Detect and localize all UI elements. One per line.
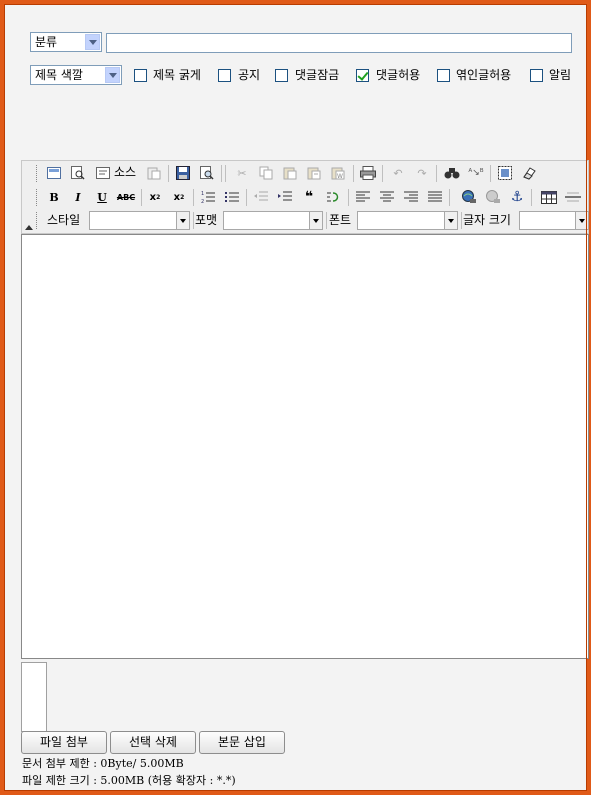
category-select[interactable]: 분류 xyxy=(30,32,102,52)
format-combo[interactable] xyxy=(223,211,323,230)
source-icon[interactable] xyxy=(93,164,113,182)
create-div-icon[interactable] xyxy=(323,188,343,206)
attachment-list[interactable] xyxy=(21,662,47,732)
preview-doc-icon[interactable] xyxy=(68,164,88,182)
undo-icon[interactable]: ↶ xyxy=(388,164,408,182)
paste-text-icon[interactable] xyxy=(304,164,324,182)
font-combo-label: 폰트 xyxy=(329,213,352,227)
italic-icon[interactable]: I xyxy=(68,188,88,206)
strikethrough-icon[interactable]: ABC xyxy=(116,188,136,206)
svg-text:2: 2 xyxy=(201,199,204,204)
print-icon[interactable] xyxy=(358,164,378,182)
title-color-select[interactable]: 제목 색깔 xyxy=(30,65,122,85)
editor-content-area[interactable] xyxy=(21,234,589,659)
insert-into-body-button[interactable]: 본문 삽입 xyxy=(199,731,285,754)
new-page-icon[interactable] xyxy=(44,164,64,182)
delete-selected-button[interactable]: 선택 삭제 xyxy=(110,731,196,754)
select-all-icon[interactable] xyxy=(495,164,515,182)
subscript-icon[interactable]: x2 xyxy=(145,188,165,206)
justify-icon[interactable] xyxy=(425,188,445,206)
notice-label: 공지 xyxy=(238,68,261,82)
blockquote-icon[interactable]: ❝ xyxy=(299,188,319,206)
underline-icon[interactable]: U xyxy=(92,188,112,206)
outdent-icon[interactable] xyxy=(251,188,271,206)
style-combo-label: 스타일 xyxy=(47,213,81,227)
toolbar-grip xyxy=(36,189,40,206)
style-combo[interactable] xyxy=(89,211,190,230)
chevron-down-icon xyxy=(176,212,189,229)
size-combo-label: 글자 크기 xyxy=(463,213,511,227)
notice-checkbox[interactable] xyxy=(218,69,231,82)
unlink-icon[interactable] xyxy=(483,188,503,206)
source-label[interactable]: 소스 xyxy=(114,165,136,179)
allow-trackback-checkbox[interactable] xyxy=(437,69,450,82)
bold-icon[interactable]: B xyxy=(44,188,64,206)
toolbar-grip xyxy=(36,165,40,182)
collapse-toolbar-icon[interactable] xyxy=(25,225,33,230)
save-icon[interactable] xyxy=(173,164,193,182)
comment-lock-checkbox[interactable] xyxy=(275,69,288,82)
editor-toolbar: 소스 ✂ W ↶ ↷ ᴬ↘ᴮ B I U ABC x 2 x 2 1 2 ❝ ⚓… xyxy=(21,160,589,234)
allow-comment-label: 댓글허용 xyxy=(376,68,421,82)
superscript-icon[interactable]: x2 xyxy=(169,188,189,206)
print-preview-icon[interactable] xyxy=(197,164,217,182)
category-select-value: 분류 xyxy=(35,35,58,49)
chevron-down-icon xyxy=(575,212,588,229)
chevron-down-icon xyxy=(105,67,120,83)
redo-icon[interactable]: ↷ xyxy=(412,164,432,182)
replace-icon[interactable]: ᴬ↘ᴮ xyxy=(466,164,486,182)
bold-title-checkbox[interactable] xyxy=(134,69,147,82)
indent-icon[interactable] xyxy=(275,188,295,206)
numbered-list-icon[interactable]: 12 xyxy=(198,188,218,206)
notify-label: 알림 xyxy=(549,68,572,82)
file-size-limit: 파일 제한 크기 : 5.00MB (허용 확장자 : *.*) xyxy=(22,774,236,787)
paste-icon[interactable] xyxy=(280,164,300,182)
paste-word-icon[interactable]: W xyxy=(328,164,348,182)
find-icon[interactable] xyxy=(442,164,462,182)
chevron-down-icon xyxy=(85,34,100,50)
align-left-icon[interactable] xyxy=(353,188,373,206)
bulleted-list-icon[interactable] xyxy=(222,188,242,206)
cut-icon[interactable]: ✂ xyxy=(232,164,252,182)
attach-file-button[interactable]: 파일 첨부 xyxy=(21,731,107,754)
format-combo-label: 포맷 xyxy=(195,213,218,227)
link-icon[interactable] xyxy=(459,188,479,206)
remove-format-icon[interactable] xyxy=(519,164,539,182)
allow-trackback-label: 엮인글허용 xyxy=(456,68,512,82)
horizontal-rule-icon[interactable] xyxy=(563,188,583,206)
bold-title-label: 제목 굵게 xyxy=(153,68,201,82)
chevron-down-icon xyxy=(309,212,322,229)
allow-comment-checkbox[interactable] xyxy=(356,69,369,82)
table-icon[interactable] xyxy=(539,188,559,206)
size-combo[interactable] xyxy=(519,211,589,230)
title-color-select-value: 제목 색깔 xyxy=(35,68,83,82)
paste-template-icon[interactable] xyxy=(144,164,164,182)
align-right-icon[interactable] xyxy=(401,188,421,206)
svg-text:1: 1 xyxy=(201,191,204,197)
anchor-icon[interactable]: ⚓ xyxy=(507,188,527,206)
copy-icon[interactable] xyxy=(256,164,276,182)
svg-text:W: W xyxy=(337,173,343,180)
document-attach-limit: 문서 첨부 제한 : 0Byte/ 5.00MB xyxy=(22,757,184,770)
title-input[interactable] xyxy=(106,33,572,53)
font-combo[interactable] xyxy=(357,211,458,230)
align-center-icon[interactable] xyxy=(377,188,397,206)
notify-checkbox[interactable] xyxy=(530,69,543,82)
write-form-window: 분류 제목 색깔 제목 굵게 공지 댓글잠금 댓글허용 엮인글허용 알림 소스 xyxy=(0,0,591,795)
chevron-down-icon xyxy=(444,212,457,229)
toolbar-grip xyxy=(36,212,40,229)
comment-lock-label: 댓글잠금 xyxy=(295,68,340,82)
